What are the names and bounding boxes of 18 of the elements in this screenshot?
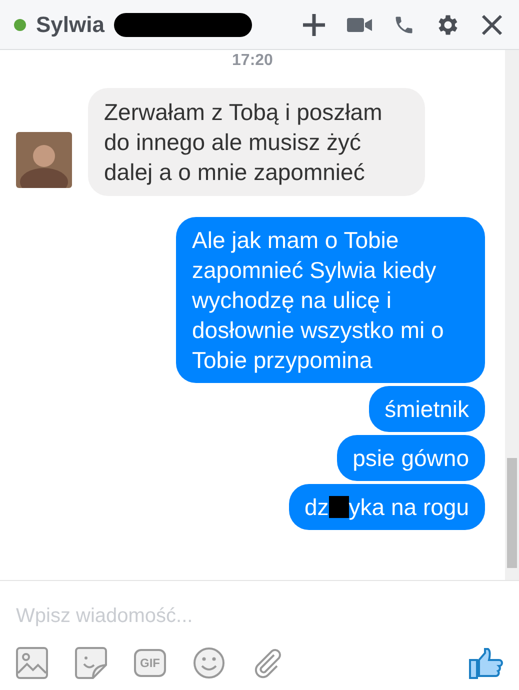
sent-message: Ale jak mam o Tobie zapomnieć Sylwia kiedy wychodzę na ulicę i dosłownie wszystko mi o Tobie przypomina	[176, 217, 485, 383]
avatar	[16, 132, 72, 188]
plus-icon[interactable]	[301, 12, 327, 38]
sticker-icon[interactable]	[75, 647, 107, 679]
message-time: 17:20	[232, 52, 273, 70]
sent-message: psie gówno	[336, 435, 485, 481]
sent-message: śmietnik	[368, 386, 485, 432]
paperclip-icon[interactable]	[252, 647, 284, 679]
scrollbar[interactable]	[505, 50, 519, 580]
sent-message: dz yka na rogu	[288, 484, 485, 530]
close-icon[interactable]	[481, 14, 503, 36]
smiley-icon[interactable]	[193, 647, 225, 679]
video-camera-icon[interactable]	[347, 16, 373, 34]
contact-name[interactable]: Sylwia	[36, 8, 104, 41]
received-message: Zerwałam z Tobą i poszłam do innego ale musisz żyć dalej a o mnie zapomnieć	[88, 88, 425, 196]
thumbs-up-icon[interactable]	[469, 647, 503, 679]
image-icon[interactable]	[16, 647, 48, 679]
redaction-mark	[328, 496, 349, 518]
